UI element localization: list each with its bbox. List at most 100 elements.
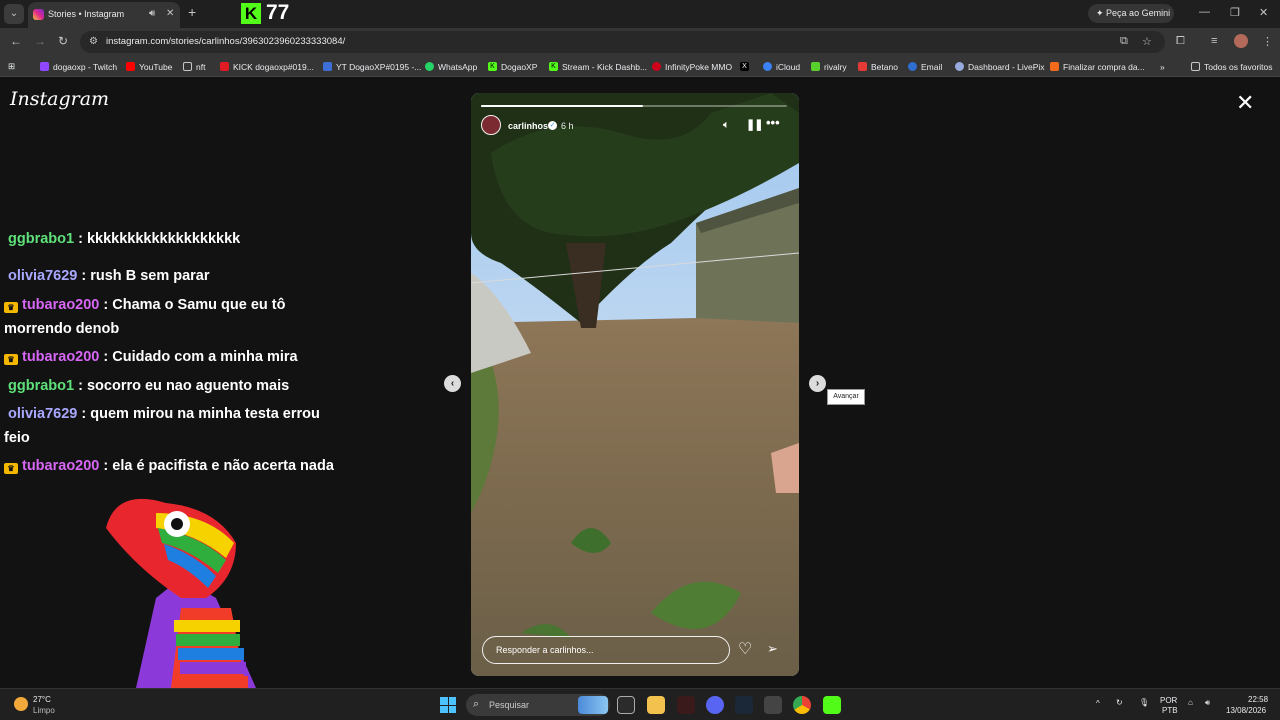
instagram-stories-page: Instagram ✕ ggbrabo1 : kkkkkkkkkkkkkkkkk… — [0, 78, 1280, 688]
gemini-label: Peça ao Gemini — [1106, 8, 1171, 18]
tab-strip: ⌄ Stories • Instagram 🔊︎ ✕ + K 77 ✦ Peça… — [0, 0, 1280, 28]
start-windows-icon[interactable] — [440, 697, 456, 713]
profile-avatar[interactable] — [1234, 34, 1248, 48]
weather-condition[interactable]: Limpo — [33, 706, 55, 715]
bookmark-betano[interactable]: Betano — [858, 60, 898, 73]
install-app-icon[interactable]: ⧉ — [1120, 35, 1128, 48]
reply-placeholder: Responder a carlinhos... — [496, 645, 594, 655]
story-timestamp: 6 h — [561, 121, 574, 131]
bookmark-yt-dogaoxp[interactable]: YT DogaoXP#0195 -... — [323, 60, 421, 73]
clock-time[interactable]: 22:58 — [1248, 695, 1268, 704]
clock-date[interactable]: 13/08/2026 — [1226, 706, 1266, 715]
bookmark-dogaoxp[interactable]: K DogaoXP — [488, 60, 537, 73]
reply-input[interactable]: Responder a carlinhos... — [482, 636, 730, 664]
bookmark-icloud[interactable]: iCloud — [763, 60, 800, 73]
bookmark-email[interactable]: Email — [908, 60, 942, 73]
livepix-icon — [955, 62, 964, 71]
media-controls-icon[interactable]: ≡ — [1211, 35, 1217, 47]
chat-message: ♛ tubarao200 : ela é pacifista e não acer… — [4, 455, 334, 479]
chat-text: : kkkkkkkkkkkkkkkkkkk — [74, 231, 241, 247]
rivalry-icon — [811, 62, 820, 71]
bookmark-kick-dogaoxp[interactable]: KICK dogaoxp#019... — [220, 60, 314, 73]
weather-temperature[interactable]: 27°C — [33, 695, 51, 704]
chat-username: olivia7629 — [8, 406, 78, 422]
apps-grid-icon[interactable]: ⊞ — [8, 60, 15, 73]
browser-menu-icon[interactable]: ⋮ — [1262, 35, 1273, 48]
close-tab-icon[interactable]: ✕ — [166, 8, 174, 19]
address-bar[interactable]: ⚙ instagram.com/stories/carlinhos/396302… — [80, 31, 1165, 53]
audio-playing-icon[interactable]: 🔊︎ — [149, 8, 155, 19]
weather-moon-icon[interactable] — [14, 697, 28, 711]
sync-icon[interactable]: ↻ — [1116, 698, 1123, 707]
chrome-icon[interactable] — [793, 696, 811, 714]
valorant-icon[interactable] — [677, 696, 695, 714]
close-window-icon[interactable]: ✕ — [1259, 6, 1268, 19]
steam-icon[interactable] — [735, 696, 753, 714]
tab-instagram-stories[interactable]: Stories • Instagram 🔊︎ ✕ — [28, 2, 180, 28]
tab-search-button[interactable]: ⌄ — [4, 4, 24, 24]
close-stories-icon[interactable]: ✕ — [1236, 92, 1254, 114]
all-favorites-folder[interactable]: Todos os favoritos — [1191, 60, 1273, 73]
ask-gemini-button[interactable]: ✦ Peça ao Gemini — [1088, 4, 1174, 23]
site-info-icon[interactable]: ⚙ — [89, 36, 98, 47]
bookmark-x[interactable]: X — [740, 60, 753, 73]
microphone-icon[interactable]: 🎙︎ — [1139, 698, 1149, 707]
kick-app-icon[interactable] — [823, 696, 841, 714]
chat-text: : Cuidado com a minha mira — [99, 349, 298, 365]
pokeball-icon — [652, 62, 661, 71]
network-icon[interactable]: ⌂ — [1188, 698, 1193, 707]
task-view-icon[interactable] — [617, 696, 635, 714]
story-viewer[interactable]: carlinhos ✓ 6 h 🔈︎ ❚❚ ••• Responder a ca… — [471, 93, 799, 676]
story-username[interactable]: carlinhos — [508, 121, 548, 131]
heart-icon[interactable]: ♡ — [738, 639, 752, 659]
bookmark-star-icon[interactable]: ☆ — [1142, 35, 1152, 48]
restore-icon[interactable]: ❐ — [1230, 6, 1240, 19]
minimize-icon[interactable]: — — [1199, 6, 1210, 18]
reload-icon[interactable]: ↻ — [58, 34, 68, 48]
language-bottom[interactable]: PTB — [1162, 706, 1178, 715]
file-explorer-icon[interactable] — [647, 696, 665, 714]
language-top[interactable]: POR — [1160, 696, 1177, 705]
back-icon[interactable]: ← — [10, 34, 22, 48]
kick-logo-icon: K — [241, 3, 261, 24]
windows-taskbar: 27°C Limpo ⌕ Pesquisar ^ ↻ 🎙︎ POR PTB ⌂ … — [0, 688, 1280, 720]
bookmark-livepix[interactable]: Dashboard - LivePix — [955, 60, 1045, 73]
chat-text: : ela é pacifista e não acerta nada — [99, 458, 334, 474]
discord-icon[interactable] — [706, 696, 724, 714]
bookmark-checkout[interactable]: Finalizar compra da... — [1050, 60, 1145, 73]
chat-message: olivia7629 : rush B sem parar — [4, 265, 334, 289]
sock-puppet-image — [106, 498, 256, 688]
bookmark-whatsapp[interactable]: WhatsApp — [425, 60, 477, 73]
shop-icon — [1050, 62, 1059, 71]
tray-chevron-icon[interactable]: ^ — [1096, 699, 1100, 708]
chat-message: ggbrabo1 : kkkkkkkkkkkkkkkkkkk — [4, 228, 334, 252]
bookmark-twitch[interactable]: dogaoxp - Twitch — [40, 60, 117, 73]
verified-badge-icon: ✓ — [548, 121, 557, 130]
search-highlight-icon[interactable] — [578, 696, 608, 714]
x-logo-icon: X — [740, 62, 749, 71]
more-options-icon[interactable]: ••• — [766, 115, 780, 130]
instagram-logo[interactable]: Instagram — [10, 88, 109, 110]
speaker-icon[interactable]: 🔊︎ — [1205, 698, 1210, 708]
story-user-avatar[interactable] — [481, 115, 501, 135]
send-icon[interactable]: ➢ — [767, 641, 778, 657]
chat-username: tubarao200 — [22, 349, 100, 365]
icloud-icon — [763, 62, 772, 71]
volume-icon[interactable]: 🔈︎ — [723, 119, 730, 132]
extensions-icon[interactable]: ⧠ — [1176, 35, 1185, 48]
new-tab-button[interactable]: + — [188, 4, 196, 20]
bookmark-infinitypoke[interactable]: InfinityPoke MMO — [652, 60, 732, 73]
pause-icon[interactable]: ❚❚ — [746, 118, 763, 131]
more-bookmarks-icon[interactable]: » — [1160, 60, 1165, 73]
bookmark-folder-nft[interactable]: nft — [183, 60, 205, 73]
bookmark-rivalry[interactable]: rivalry — [811, 60, 847, 73]
tab-title: Stories • Instagram — [48, 9, 125, 19]
settings-app-icon[interactable] — [764, 696, 782, 714]
bookmark-kick-dashboard[interactable]: K Stream - Kick Dashb... — [549, 60, 647, 73]
next-story-button[interactable]: › — [809, 375, 826, 392]
bookmark-youtube[interactable]: YouTube — [126, 60, 172, 73]
previous-story-button[interactable]: ‹ — [444, 375, 461, 392]
story-video-frame — [471, 93, 799, 676]
forward-icon[interactable]: → — [34, 34, 46, 48]
bookmarks-bar: ⊞ dogaoxp - Twitch YouTube nft KICK doga… — [0, 56, 1280, 77]
